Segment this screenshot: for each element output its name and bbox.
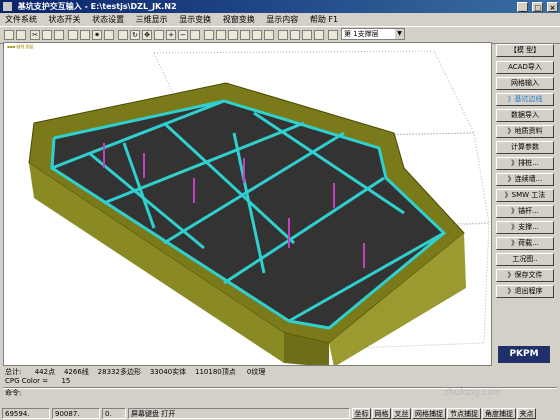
zoom-out-icon[interactable]: − bbox=[178, 30, 188, 40]
stats-line: 总计: 442点 4266线 28332多边形 33040实体 110180顶点… bbox=[5, 368, 266, 376]
menu-help[interactable]: 帮助 F1 bbox=[310, 15, 338, 24]
support-button[interactable]: 》支撑... bbox=[496, 221, 554, 234]
view-front-icon[interactable] bbox=[204, 30, 214, 40]
pit-boundary-button[interactable]: 》基坑边线 bbox=[496, 93, 554, 106]
hint-text: 屏幕键盘 打开 bbox=[128, 408, 350, 419]
view-bottom-icon[interactable] bbox=[264, 30, 274, 40]
zoom-in-icon[interactable]: + bbox=[166, 30, 176, 40]
mode-grip[interactable]: 夹点 bbox=[517, 408, 536, 419]
command-prompt[interactable]: 命令: bbox=[5, 389, 21, 398]
mode-node-snap[interactable]: 节点捕捉 bbox=[447, 408, 481, 419]
camera-icon[interactable] bbox=[68, 30, 78, 40]
view-back-icon[interactable] bbox=[216, 30, 226, 40]
maximize-button[interactable]: □ bbox=[532, 2, 544, 12]
iso-view-4-icon[interactable] bbox=[314, 30, 324, 40]
load-button[interactable]: 》荷载... bbox=[496, 237, 554, 250]
pan-icon[interactable]: ✥ bbox=[142, 30, 152, 40]
close-button[interactable]: × bbox=[547, 2, 558, 12]
grid-view-icon[interactable] bbox=[118, 30, 128, 40]
view-top-icon[interactable] bbox=[252, 30, 262, 40]
layer-select-value: 第 1支撑层 bbox=[344, 30, 379, 38]
save-file-button[interactable]: 》保存文件 bbox=[496, 269, 554, 282]
calc-params-button[interactable]: 计算参数 bbox=[496, 141, 554, 154]
model-canvas[interactable]: ▪▪▪ 轴线 图层 bbox=[3, 42, 492, 366]
color-icon[interactable] bbox=[104, 30, 114, 40]
pile-row-button[interactable]: 》排桩... bbox=[496, 157, 554, 170]
mode-angle-snap[interactable]: 角度捕捉 bbox=[482, 408, 516, 419]
menu-state-switch[interactable]: 状态开关 bbox=[49, 15, 81, 24]
menu-file-system[interactable]: 文件系统 bbox=[5, 15, 37, 24]
rotate-icon[interactable]: ↻ bbox=[130, 30, 140, 40]
diaphragm-wall-button[interactable]: 》连续墙... bbox=[496, 173, 554, 186]
acad-import-button[interactable]: ACAD导入 bbox=[496, 61, 554, 74]
view-right-icon[interactable] bbox=[240, 30, 250, 40]
exit-program-button[interactable]: 》退出程序 bbox=[496, 285, 554, 298]
pkpm-logo: PKPM bbox=[498, 346, 550, 363]
excavation-3d-model bbox=[28, 50, 490, 365]
mode-crosshair[interactable]: 叉丝 bbox=[392, 408, 411, 419]
mode-grid[interactable]: 网格 bbox=[372, 408, 391, 419]
iso-view-3-icon[interactable] bbox=[302, 30, 312, 40]
window-title: 基坑支护交互输入 - E:\testjs\DZL_JK.N2 bbox=[17, 2, 177, 11]
smw-method-button[interactable]: 》SMW 工法 bbox=[496, 189, 554, 202]
anchor-button[interactable]: 》锚杆... bbox=[496, 205, 554, 218]
coord-y: 90087. bbox=[52, 408, 100, 419]
menu-view-transform[interactable]: 视窗变换 bbox=[223, 15, 255, 24]
save-icon[interactable] bbox=[16, 30, 26, 40]
menu-state-settings[interactable]: 状态设置 bbox=[92, 15, 124, 24]
minimize-button[interactable]: _ bbox=[517, 2, 529, 12]
chevron-down-icon[interactable]: ▼ bbox=[395, 29, 404, 39]
color-line: CPG Color = 15 bbox=[5, 377, 71, 385]
menu-display-transform[interactable]: 显示变换 bbox=[179, 15, 211, 24]
new-file-icon[interactable] bbox=[4, 30, 14, 40]
side-panel: 【模 型】 ACAD导入 网格输入 》基坑边线 数据导入 》地质资料 计算参数 … bbox=[494, 44, 557, 366]
print-icon[interactable] bbox=[80, 30, 90, 40]
coord-z: 0. bbox=[102, 408, 126, 419]
layer-select[interactable]: 第 1支撑层 ▼ bbox=[341, 28, 405, 40]
condition-chart-button[interactable]: 工况图.. bbox=[496, 253, 554, 266]
mode-coordinate[interactable]: 坐标 bbox=[352, 408, 371, 419]
layer-icon[interactable] bbox=[328, 30, 338, 40]
menu-display-content[interactable]: 显示内容 bbox=[266, 15, 298, 24]
iso-view-icon[interactable] bbox=[278, 30, 288, 40]
app-icon bbox=[3, 2, 12, 11]
copy-icon[interactable] bbox=[42, 30, 52, 40]
title-bar[interactable]: 基坑支护交互输入 - E:\testjs\DZL_JK.N2 _ □ × bbox=[0, 0, 560, 13]
model-button[interactable]: 【模 型】 bbox=[496, 44, 554, 57]
paste-icon[interactable] bbox=[54, 30, 64, 40]
cut-icon[interactable]: ✂ bbox=[30, 30, 40, 40]
geology-button[interactable]: 》地质资料 bbox=[496, 125, 554, 138]
mode-grid-snap[interactable]: 网格捕捉 bbox=[412, 408, 446, 419]
iso-view-2-icon[interactable] bbox=[290, 30, 300, 40]
watermark-text: zhulong.com bbox=[444, 388, 502, 398]
light-icon[interactable]: ✷ bbox=[92, 30, 102, 40]
coord-x: 69594. bbox=[2, 408, 50, 419]
zoom-all-icon[interactable] bbox=[190, 30, 200, 40]
view-left-icon[interactable] bbox=[228, 30, 238, 40]
menu-3d-display[interactable]: 三维显示 bbox=[136, 15, 168, 24]
grid-input-button[interactable]: 网格输入 bbox=[496, 77, 554, 90]
menu-bar: 文件系统 状态开关 状态设置 三维显示 显示变换 视窗变换 显示内容 帮助 F1 bbox=[0, 13, 560, 26]
status-bar: 69594. 90087. 0. 屏幕键盘 打开 坐标 网格 叉丝 网格捕捉 节… bbox=[0, 407, 560, 420]
zoom-window-icon[interactable] bbox=[154, 30, 164, 40]
data-import-button[interactable]: 数据导入 bbox=[496, 109, 554, 122]
